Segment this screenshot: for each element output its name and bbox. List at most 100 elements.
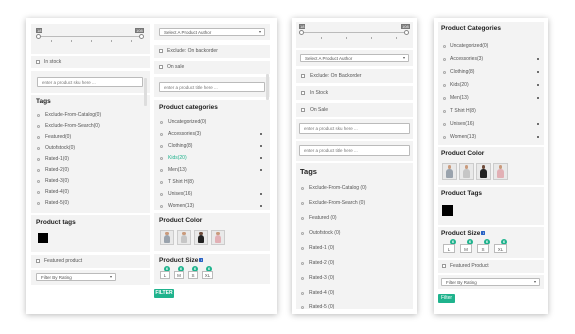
- expand-icon[interactable]: [537, 123, 539, 125]
- tag-item[interactable]: Rated-3(0): [45, 178, 69, 184]
- category-item[interactable]: Clothing(8): [168, 143, 192, 149]
- expand-icon[interactable]: [260, 205, 262, 207]
- category-item[interactable]: T Shirt H(8): [168, 179, 194, 185]
- size-option[interactable]: M: [460, 244, 472, 253]
- title-input[interactable]: enter a product title here ...: [159, 82, 265, 92]
- category-item[interactable]: Kids(20): [450, 82, 469, 88]
- expand-icon[interactable]: [260, 145, 262, 147]
- slider-tick: [396, 37, 397, 39]
- info-icon[interactable]: i: [199, 258, 204, 263]
- category-item[interactable]: Uncategorized(0): [168, 119, 206, 125]
- size-option[interactable]: XL: [494, 244, 507, 253]
- tag-bullet: [37, 158, 40, 161]
- tag-item[interactable]: Rated-5(0): [45, 200, 69, 206]
- category-item[interactable]: Men(13): [168, 167, 187, 173]
- category-item[interactable]: Accessories(3): [450, 56, 483, 62]
- expand-icon[interactable]: [260, 193, 262, 195]
- expand-icon[interactable]: [260, 157, 262, 159]
- size-option[interactable]: S: [477, 244, 489, 253]
- size-option[interactable]: M: [174, 271, 184, 279]
- tag-item[interactable]: Outofstock (0): [309, 230, 340, 236]
- category-item[interactable]: Unisex(16): [450, 121, 474, 127]
- author-select[interactable]: Select A Product Author ▾: [300, 54, 409, 62]
- category-item[interactable]: Clothing(8): [450, 69, 474, 75]
- color-swatch-pink[interactable]: [493, 163, 508, 180]
- scrollbar[interactable]: [144, 78, 147, 106]
- price-slider-track[interactable]: [38, 36, 142, 38]
- expand-icon[interactable]: [537, 84, 539, 86]
- color-swatch-gray[interactable]: [442, 163, 457, 180]
- color-swatch-light[interactable]: [459, 163, 474, 180]
- sku-input[interactable]: enter a product sku here ...: [299, 123, 410, 134]
- on-sale-checkbox[interactable]: [301, 108, 305, 112]
- tag-swatch[interactable]: [442, 205, 453, 216]
- tag-item[interactable]: Featured(0): [45, 134, 71, 140]
- color-swatch-light[interactable]: [177, 230, 191, 245]
- size-option[interactable]: S: [188, 271, 198, 279]
- color-swatch-black[interactable]: [194, 230, 208, 245]
- on-sale-checkbox[interactable]: [159, 65, 163, 69]
- category-item[interactable]: Men(13): [450, 95, 469, 101]
- color-swatch-gray[interactable]: [160, 230, 174, 245]
- on-sale-box: On Sale: [296, 103, 413, 117]
- price-slider-max-handle[interactable]: [404, 30, 409, 35]
- size-option[interactable]: L: [443, 244, 455, 253]
- filter-button[interactable]: Filter: [438, 294, 455, 303]
- tag-item[interactable]: Featured (0): [309, 215, 337, 221]
- in-stock-checkbox[interactable]: [301, 91, 305, 95]
- category-item[interactable]: Unisex(16): [168, 191, 192, 197]
- rating-select[interactable]: Filter By Rating ▾: [36, 273, 116, 281]
- tag-item[interactable]: Rated-4 (0): [309, 290, 334, 296]
- scrollbar[interactable]: [266, 74, 269, 100]
- expand-icon[interactable]: [260, 169, 262, 171]
- categories-box: Product categories Uncategorized(0) Acce…: [154, 100, 270, 210]
- expand-icon[interactable]: [537, 58, 539, 60]
- price-slider-track[interactable]: [301, 32, 407, 34]
- expand-icon[interactable]: [260, 133, 262, 135]
- size-option[interactable]: XL: [202, 271, 213, 279]
- filter-button[interactable]: FILTER: [154, 289, 174, 298]
- category-item[interactable]: Women(13): [450, 134, 476, 140]
- color-swatch-pink[interactable]: [211, 230, 225, 245]
- tag-item[interactable]: Rated-3 (0): [309, 275, 334, 281]
- author-select[interactable]: Select A Product Author ▾: [159, 28, 265, 36]
- tag-item[interactable]: Rated-4(0): [45, 189, 69, 195]
- category-bullet: [443, 110, 446, 113]
- tag-item[interactable]: Exclude-From-Search(0): [45, 123, 100, 129]
- category-item[interactable]: T Shirt H(8): [450, 108, 476, 114]
- featured-checkbox[interactable]: [36, 259, 40, 263]
- tag-item[interactable]: Rated-1(0): [45, 156, 69, 162]
- price-slider-max-handle[interactable]: [139, 34, 144, 39]
- author-select-value: Select A Product Author: [305, 56, 353, 61]
- tag-item[interactable]: Exclude-From-Search (0): [309, 200, 365, 206]
- tag-swatch[interactable]: [38, 233, 48, 243]
- backorder-checkbox[interactable]: [301, 74, 305, 78]
- tag-item[interactable]: Exclude-From-Catalog (0): [309, 185, 367, 191]
- tag-item[interactable]: Rated-5 (0): [309, 304, 334, 310]
- title-input[interactable]: enter a product title here ...: [299, 145, 410, 156]
- expand-icon[interactable]: [537, 97, 539, 99]
- info-icon[interactable]: i: [481, 231, 486, 236]
- slider-tick: [371, 37, 372, 39]
- price-slider-min-handle[interactable]: [36, 34, 41, 39]
- chevron-down-icon: ▾: [109, 274, 112, 279]
- category-item[interactable]: Uncategorized(0): [450, 43, 488, 49]
- backorder-checkbox[interactable]: [159, 49, 163, 53]
- featured-checkbox[interactable]: [442, 264, 446, 268]
- expand-icon[interactable]: [537, 136, 539, 138]
- tag-item[interactable]: Outofstock(0): [45, 145, 75, 151]
- rating-select[interactable]: Filter By Rating ▾: [441, 278, 540, 286]
- price-slider-min-handle[interactable]: [299, 30, 304, 35]
- size-option[interactable]: L: [160, 271, 170, 279]
- tag-item[interactable]: Rated-1 (0): [309, 245, 334, 251]
- in-stock-checkbox[interactable]: [36, 60, 40, 64]
- sku-input[interactable]: enter a product sku here ...: [37, 77, 143, 87]
- category-item[interactable]: Accessories(3): [168, 131, 201, 137]
- tag-item[interactable]: Rated-2(0): [45, 167, 69, 173]
- category-item[interactable]: Women(13): [168, 203, 194, 209]
- tag-item[interactable]: Rated-2 (0): [309, 260, 334, 266]
- category-item-active[interactable]: Kids(20): [168, 155, 187, 161]
- color-swatch-black[interactable]: [476, 163, 491, 180]
- tag-item[interactable]: Exclude-From-Catalog(0): [45, 112, 101, 118]
- expand-icon[interactable]: [537, 71, 539, 73]
